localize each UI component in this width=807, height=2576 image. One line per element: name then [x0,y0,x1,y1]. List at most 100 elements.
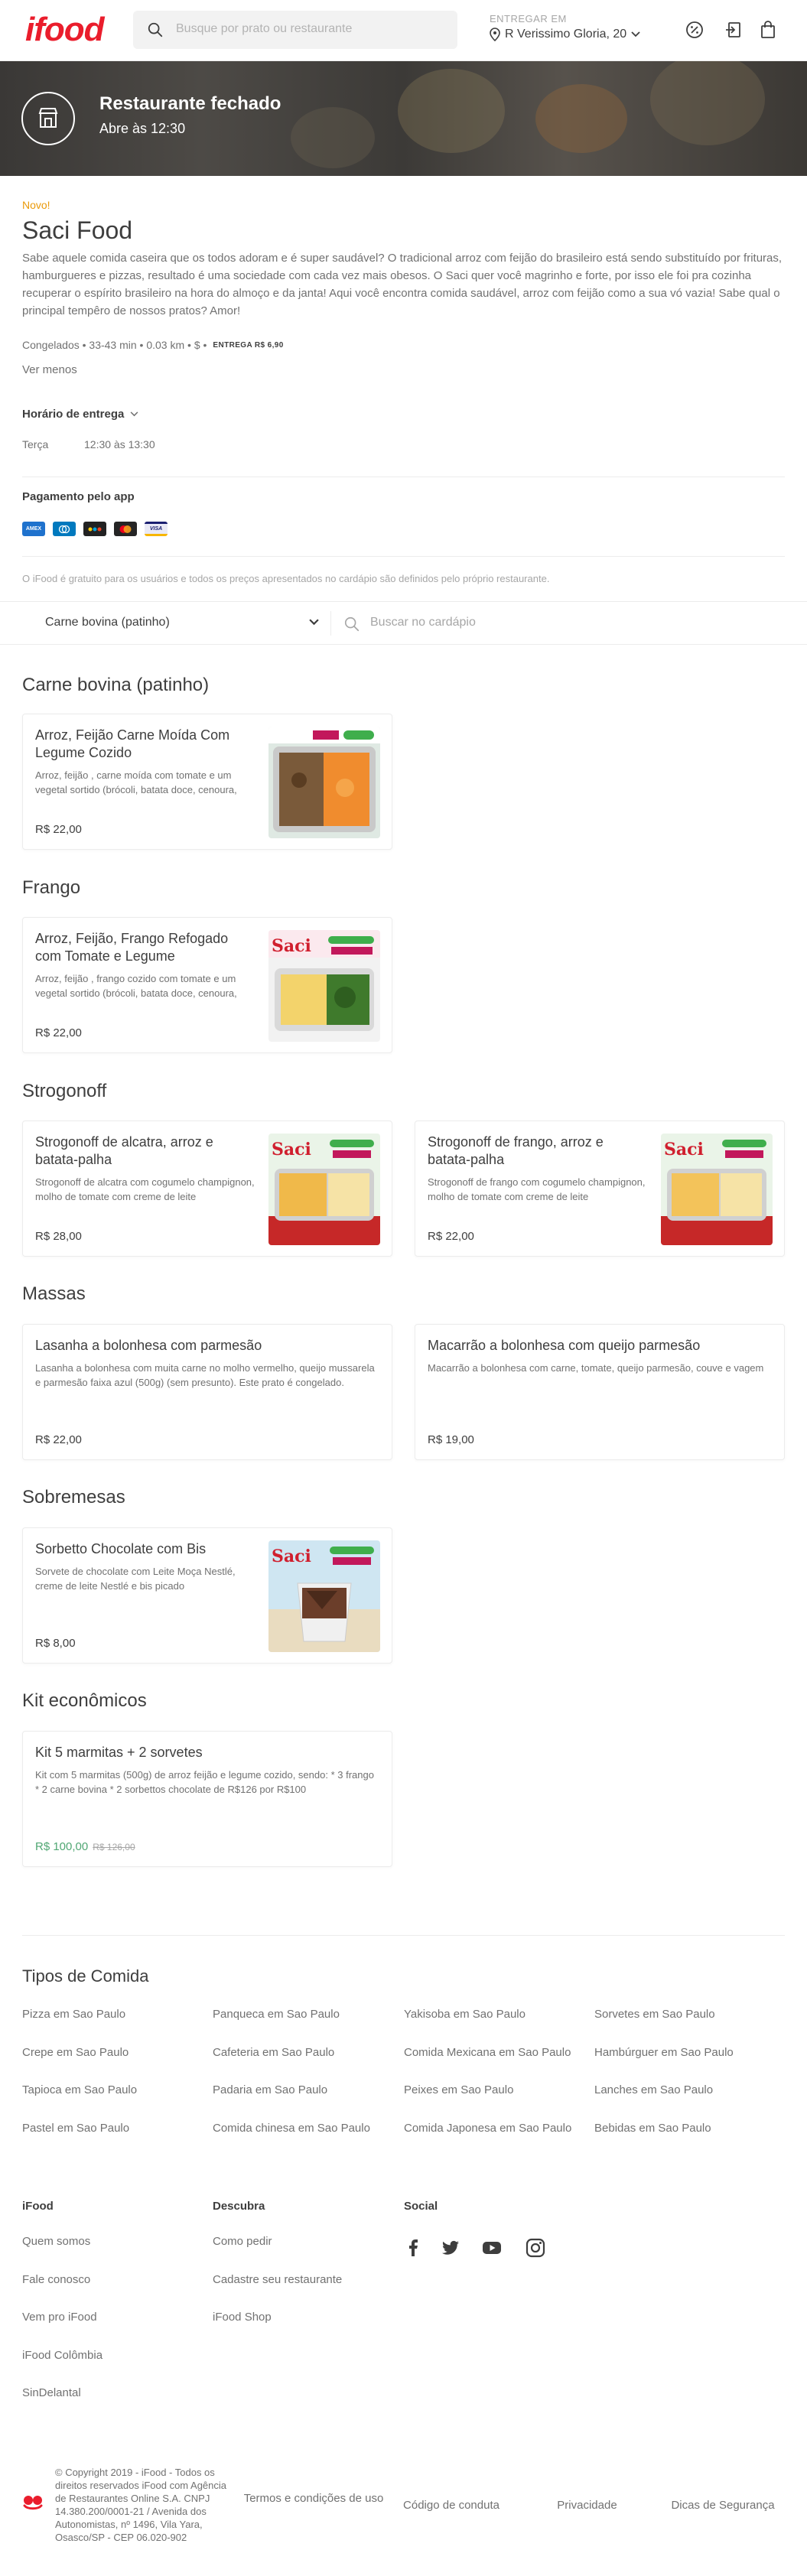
menu-item-card[interactable]: Strogonoff de frango, arroz e batata-pal… [415,1120,785,1257]
divider [22,1935,785,1936]
item-description: Arroz, feijão , carne moída com tomate e… [35,769,237,795]
food-type-link[interactable]: Comida chinesa em Sao Paulo [213,2122,370,2135]
bag-icon[interactable] [757,18,779,41]
instagram-icon[interactable] [526,2238,545,2258]
footer-link[interactable]: Vem pro iFood [22,2311,97,2324]
section-title: Sobremesas [22,1487,125,1508]
menu-search-input[interactable]: Buscar no cardápio [370,616,476,629]
payment-cards: AMEX VISA [22,522,168,536]
svg-text:Saci: Saci [272,1140,311,1160]
item-price: R$ 22,00 [35,1026,82,1039]
menu-item-card[interactable]: Kit 5 marmitas + 2 sorvetes Kit com 5 ma… [22,1731,392,1867]
food-type-link[interactable]: Tapioca em Sao Paulo [22,2083,137,2096]
footer-discover-heading: Descubra [213,2200,265,2213]
food-type-link[interactable]: Peixes em Sao Paulo [404,2083,513,2096]
discount-icon[interactable] [683,18,706,41]
visa-icon: VISA [145,522,168,536]
footer-link[interactable]: Como pedir [213,2235,272,2248]
category-select[interactable]: Carne bovina (patinho) [45,616,170,629]
section-title: Massas [22,1283,86,1304]
search-input[interactable]: Busque por prato ou restaurante [176,22,352,36]
food-type-link[interactable]: Lanches em Sao Paulo [594,2083,713,2096]
footer-link[interactable]: Quem somos [22,2235,90,2248]
see-less-link[interactable]: Ver menos [22,363,77,376]
item-description: Kit com 5 marmitas (500g) de arroz feijã… [35,1769,374,1795]
footer-link[interactable]: Cadastre seu restaurante [213,2273,342,2286]
menu-filter-bar: Carne bovina (patinho) Buscar no cardápi… [0,601,807,645]
address-text: R Verissimo Gloria, 20 [505,28,627,41]
food-type-link[interactable]: Padaria em Sao Paulo [213,2083,327,2096]
delivery-fee: ENTREGA R$ 6,90 [213,340,284,350]
chevron-down-icon[interactable] [309,619,319,626]
store-closed-icon [21,92,75,145]
menu-item-card[interactable]: Strogonoff de alcatra, arroz e batata-pa… [22,1120,392,1257]
security-tips-link[interactable]: Dicas de Segurança [658,2499,788,2512]
food-type-link[interactable]: Yakisoba em Sao Paulo [404,2008,526,2021]
food-type-link[interactable]: Sorvetes em Sao Paulo [594,2008,715,2021]
footer-link[interactable]: iFood Colômbia [22,2349,103,2362]
menu-item-card[interactable]: Sorbetto Chocolate com Bis Sorvete de ch… [22,1527,392,1664]
chevron-down-icon [130,411,138,417]
youtube-icon[interactable] [482,2238,502,2258]
section-title: Strogonoff [22,1081,107,1101]
food-type-link[interactable]: Hambúrguer em Sao Paulo [594,2046,734,2059]
dish-photo: Saci [268,1134,380,1245]
food-type-link[interactable]: Comida Japonesa em Sao Paulo [404,2122,571,2135]
copyright-text: © Copyright 2019 - iFood - Todos os dire… [55,2467,227,2543]
twitter-icon[interactable] [441,2238,460,2258]
search-bar[interactable]: Busque por prato ou restaurante [133,11,457,49]
ifood-logo[interactable]: ifood [25,11,105,49]
schedule-heading: Horário de entrega [22,408,125,421]
svg-text:Saci: Saci [272,936,311,956]
menu-item-card[interactable]: Arroz, Feijão Carne Moída Com Legume Coz… [22,714,392,850]
mastercard-icon [114,522,137,536]
food-type-link[interactable]: Crepe em Sao Paulo [22,2046,129,2059]
footer-link[interactable]: SinDelantal [22,2386,81,2399]
terms-link[interactable]: Termos e condições de uso [241,2492,386,2505]
item-price: R$ 28,00 [35,1230,82,1243]
food-type-link[interactable]: Panqueca em Sao Paulo [213,2008,340,2021]
footer-link[interactable]: Fale conosco [22,2273,90,2286]
svg-text:Saci: Saci [664,1140,704,1160]
facebook-icon[interactable] [404,2238,424,2258]
item-name: Macarrão a bolonhesa com queijo parmesão [428,1338,701,1353]
section-title: Frango [22,877,81,898]
divider [22,476,785,477]
amex-icon: AMEX [22,522,45,536]
item-price: R$ 8,00 [35,1637,76,1650]
menu-item-card[interactable]: Arroz, Feijão, Frango Refogado com Tomat… [22,917,392,1053]
food-type-link[interactable]: Comida Mexicana em Sao Paulo [404,2046,571,2059]
item-name: Kit 5 marmitas + 2 sorvetes [35,1745,203,1760]
opening-time: Abre às 12:30 [99,121,186,136]
address-selector[interactable]: R Verissimo Gloria, 20 [490,28,640,41]
new-badge: Novo! [22,199,50,211]
footer-link[interactable]: iFood Shop [213,2311,272,2324]
menu-item-card[interactable]: Lasanha a bolonhesa com parmesão Lasanha… [22,1324,392,1460]
svg-text:Saci: Saci [272,1547,311,1566]
item-name: Arroz, Feijão, Frango Refogado com Tomat… [35,931,229,964]
item-price: R$ 22,00 [35,823,82,836]
item-price: R$ 100,00 R$ 126,00 [35,1840,135,1853]
food-type-link[interactable]: Pastel em Sao Paulo [22,2122,129,2135]
search-icon [344,616,360,632]
menu-item-card[interactable]: Macarrão a bolonhesa com queijo parmesão… [415,1324,785,1460]
food-types-heading: Tipos de Comida [22,1966,149,1986]
divider [330,611,331,636]
item-name: Strogonoff de alcatra, arroz e batata-pa… [35,1134,213,1167]
schedule-toggle[interactable]: Horário de entrega [22,408,138,421]
section-title: Carne bovina (patinho) [22,675,210,695]
dessert-photo: Saci [268,1540,380,1652]
login-icon[interactable] [722,18,745,41]
food-type-link[interactable]: Pizza em Sao Paulo [22,2008,125,2021]
item-price: R$ 22,00 [35,1433,82,1446]
item-description: Sorvete de chocolate com Leite Moça Nest… [35,1566,236,1592]
restaurant-banner: Restaurante fechado Abre às 12:30 [0,61,807,176]
food-type-link[interactable]: Bebidas em Sao Paulo [594,2122,711,2135]
schedule-hours: 12:30 às 13:30 [84,438,155,450]
food-type-link[interactable]: Cafeteria em Sao Paulo [213,2046,334,2059]
conduct-link[interactable]: Código de conduta [390,2499,513,2512]
item-name: Lasanha a bolonhesa com parmesão [35,1338,262,1353]
chevron-down-icon [631,31,640,37]
restaurant-description: Sabe aquele comida caseira que os todos … [22,252,783,317]
privacy-link[interactable]: Privacidade [539,2499,635,2512]
